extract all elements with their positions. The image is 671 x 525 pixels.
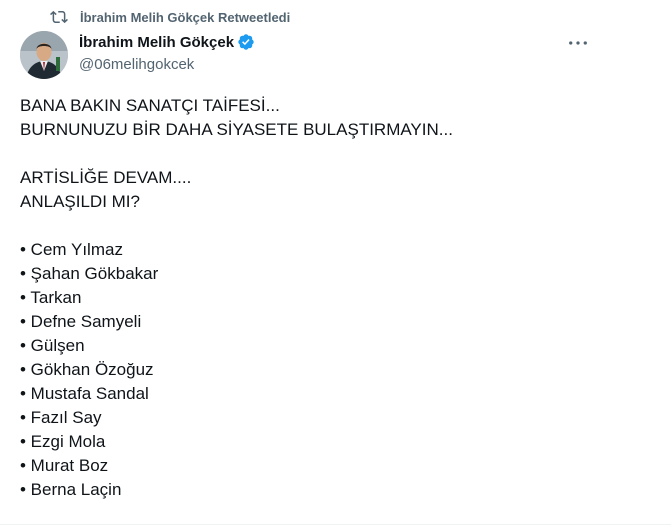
list-item: • Tarkan	[20, 288, 82, 307]
retweet-label[interactable]: İbrahim Melih Gökçek Retweetledi	[80, 10, 290, 25]
tweet-header: İbrahim Melih Gökçek @06melihgokcek	[79, 32, 591, 73]
tweet-article[interactable]: İbrahim Melih Gökçek Retweetledi İbrahim…	[0, 0, 671, 525]
list-item: • Cem Yılmaz	[20, 240, 123, 259]
list-item: • Berna Laçin	[20, 480, 122, 499]
author-handle[interactable]: @06melihgokcek	[79, 56, 591, 73]
retweet-context[interactable]: İbrahim Melih Gökçek Retweetledi	[50, 7, 290, 27]
tweet-line: BURNUNUZU BİR DAHA SİYASETE BULAŞTIRMAYI…	[20, 120, 453, 139]
paragraph-break	[20, 142, 620, 166]
tweet-line: ARTİSLİĞE DEVAM....	[20, 168, 192, 187]
retweet-icon	[50, 8, 68, 26]
tweet-text: BANA BAKIN SANATÇI TAİFESİ... BURNUNUZU …	[20, 94, 620, 502]
author-name[interactable]: İbrahim Melih Gökçek	[79, 34, 234, 51]
avatar-image	[20, 31, 68, 79]
list-item: • Ezgi Mola	[20, 432, 106, 451]
list-item: • Gökhan Özoğuz	[20, 360, 154, 379]
avatar[interactable]	[20, 31, 68, 79]
verified-badge-icon[interactable]	[237, 33, 255, 51]
list-item: • Mustafa Sandal	[20, 384, 149, 403]
list-item: • Fazıl Say	[20, 408, 102, 427]
list-item: • Defne Samyeli	[20, 312, 142, 331]
tweet-line: BANA BAKIN SANATÇI TAİFESİ...	[20, 96, 280, 115]
list-item: • Murat Boz	[20, 456, 109, 475]
tweet-line: ANLAŞILDI MI?	[20, 192, 140, 211]
paragraph-break	[20, 214, 620, 238]
list-item: • Gülşen	[20, 336, 85, 355]
list-item: • Şahan Gökbakar	[20, 264, 159, 283]
more-options-icon[interactable]	[567, 34, 589, 52]
